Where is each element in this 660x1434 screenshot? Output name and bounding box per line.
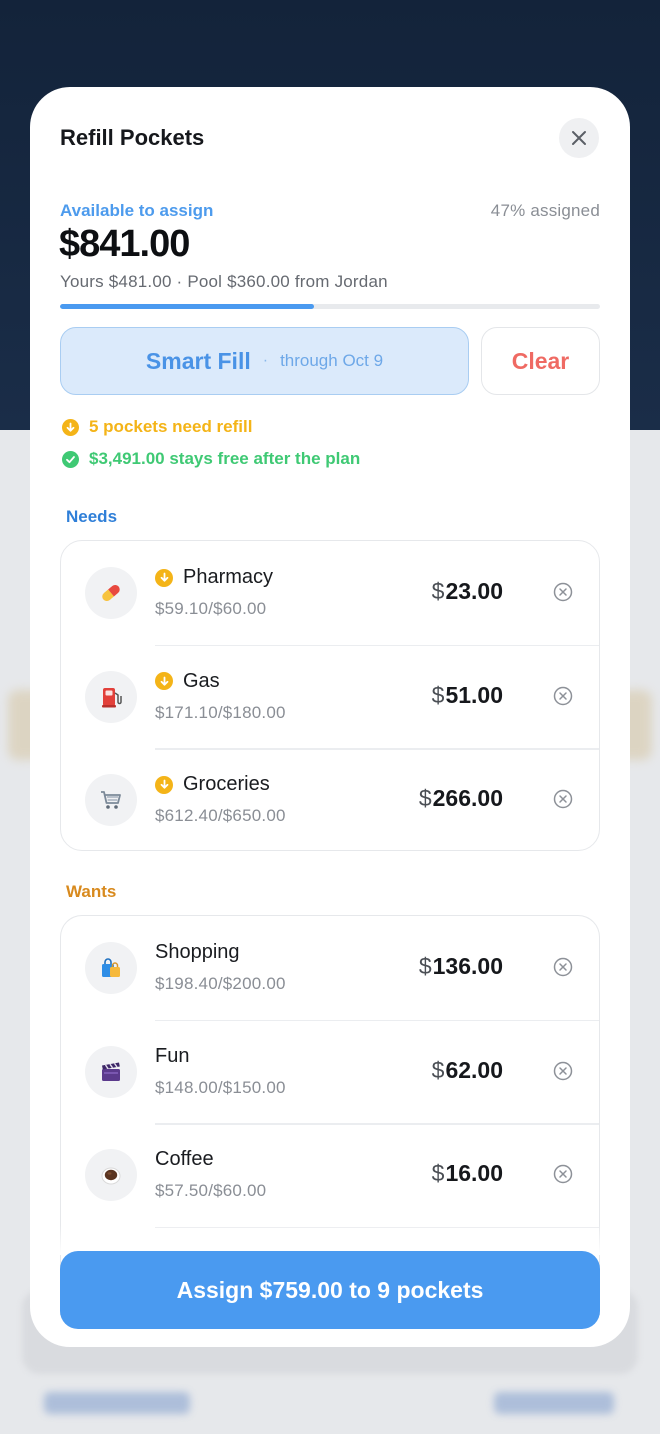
pocket-name: Gas	[155, 670, 220, 693]
pocket-row-fun[interactable]: Fun $148.00/$150.00 $62.00	[61, 1019, 599, 1124]
fuel-pump-icon	[85, 670, 137, 723]
pocket-usage: $59.10/$60.00	[155, 599, 267, 618]
smart-fill-separator: ·	[262, 352, 269, 369]
refill-notice-text: 5 pockets need refill	[89, 417, 253, 436]
free-funds-notice-text: $3,491.00 stays free after the plan	[89, 449, 361, 468]
remove-pocket-icon[interactable]	[553, 582, 573, 602]
refill-needed-icon	[155, 672, 173, 690]
pocket-name: Shopping	[155, 941, 240, 964]
assigned-progress-bar	[60, 304, 600, 309]
assign-button[interactable]: Assign $759.00 to 9 pockets	[60, 1251, 600, 1329]
pocket-name: Coffee	[155, 1148, 214, 1171]
pocket-name: Groceries	[155, 773, 270, 796]
pocket-amount-value: 62.00	[445, 1056, 503, 1083]
pocket-currency: $	[418, 953, 432, 979]
pocket-usage: $198.40/$200.00	[155, 974, 286, 993]
pocket-usage: $612.40/$650.00	[155, 806, 286, 825]
pocket-amount[interactable]: $62.00	[432, 1057, 503, 1084]
close-icon	[572, 131, 586, 145]
check-circle-icon	[62, 450, 79, 468]
refill-needed-icon	[155, 775, 173, 794]
pocket-amount[interactable]: $23.00	[432, 578, 503, 605]
clapperboard-icon	[85, 1045, 137, 1098]
clear-button[interactable]: Clear	[481, 327, 600, 395]
refill-notice: 5 pockets need refill	[62, 417, 252, 437]
pocket-amount-value: 266.00	[432, 785, 503, 811]
pocket-amount-value: 16.00	[445, 1160, 503, 1186]
close-button[interactable]	[559, 118, 599, 158]
pill-icon	[85, 567, 137, 619]
remove-pocket-icon[interactable]	[553, 1164, 573, 1184]
pocket-currency: $	[418, 785, 432, 811]
shopping-cart-icon	[85, 774, 137, 826]
background-blur-text-right	[494, 1392, 614, 1414]
assigned-progress-fill	[60, 304, 314, 309]
smart-fill-sublabel: through Oct 9	[280, 351, 384, 370]
pocket-amount-value: 51.00	[445, 681, 503, 708]
assigned-percent: 47% assigned	[490, 201, 600, 220]
remove-pocket-icon[interactable]	[553, 957, 573, 977]
remove-pocket-icon[interactable]	[553, 1061, 573, 1081]
refill-needed-icon	[155, 568, 173, 587]
pocket-row-gas[interactable]: Gas $171.10/$180.00 $51.00	[61, 644, 599, 749]
available-breakdown: Yours $481.00 · Pool $360.00 from Jordan	[60, 272, 388, 291]
pocket-name-text: Fun	[155, 1044, 190, 1067]
available-amount: $841.00	[59, 223, 190, 265]
pocket-name-text: Groceries	[183, 773, 270, 795]
pocket-name-text: Coffee	[155, 1148, 214, 1170]
pocket-currency: $	[431, 1056, 445, 1083]
pocket-usage: $148.00/$150.00	[155, 1077, 286, 1097]
pocket-row-shopping[interactable]: Shopping $198.40/$200.00 $136.00	[61, 916, 599, 1020]
pocket-amount-value: 136.00	[432, 953, 503, 979]
pocket-row-pharmacy[interactable]: Pharmacy $59.10/$60.00 $23.00	[61, 541, 599, 645]
section-needs-label: Needs	[66, 507, 118, 526]
arrow-down-circle-icon	[62, 418, 79, 436]
background-blur-text-left	[44, 1392, 190, 1414]
coffee-cup-icon	[85, 1149, 137, 1201]
free-funds-notice: $3,491.00 stays free after the plan	[62, 449, 360, 469]
smart-fill-button[interactable]: Smart Fill · through Oct 9	[60, 327, 469, 395]
pocket-usage: $171.10/$180.00	[155, 702, 286, 722]
pocket-amount-value: 23.00	[445, 578, 503, 604]
pocket-amount[interactable]: $136.00	[419, 953, 503, 980]
pocket-row-coffee[interactable]: Coffee $57.50/$60.00 $16.00	[61, 1123, 599, 1227]
remove-pocket-icon[interactable]	[553, 789, 573, 809]
pocket-currency: $	[431, 1160, 445, 1186]
pocket-row-groceries[interactable]: Groceries $612.40/$650.00 $266.00	[61, 748, 599, 850]
pocket-name: Fun	[155, 1045, 189, 1068]
pocket-amount[interactable]: $16.00	[432, 1160, 503, 1187]
pocket-name-text: Pharmacy	[183, 566, 274, 588]
pocket-amount[interactable]: $51.00	[432, 682, 503, 709]
pocket-currency: $	[431, 578, 445, 604]
pocket-currency: $	[431, 681, 445, 708]
refill-pockets-sheet: Refill Pockets Available to assign 47% a…	[30, 87, 630, 1347]
needs-pocket-list: Pharmacy $59.10/$60.00 $23.00 Gas $171.10/$1…	[60, 540, 600, 851]
shopping-bags-icon	[85, 942, 137, 994]
available-label: Available to assign	[60, 201, 214, 220]
pocket-usage: $57.50/$60.00	[155, 1181, 267, 1200]
section-wants-label: Wants	[66, 882, 117, 901]
pocket-name: Pharmacy	[155, 566, 273, 589]
sheet-title: Refill Pockets	[60, 125, 205, 150]
smart-fill-label: Smart Fill	[145, 347, 251, 374]
pocket-name-text: Shopping	[155, 941, 240, 963]
pocket-amount[interactable]: $266.00	[419, 785, 503, 812]
pocket-name-text: Gas	[183, 669, 220, 692]
remove-pocket-icon[interactable]	[553, 686, 573, 706]
